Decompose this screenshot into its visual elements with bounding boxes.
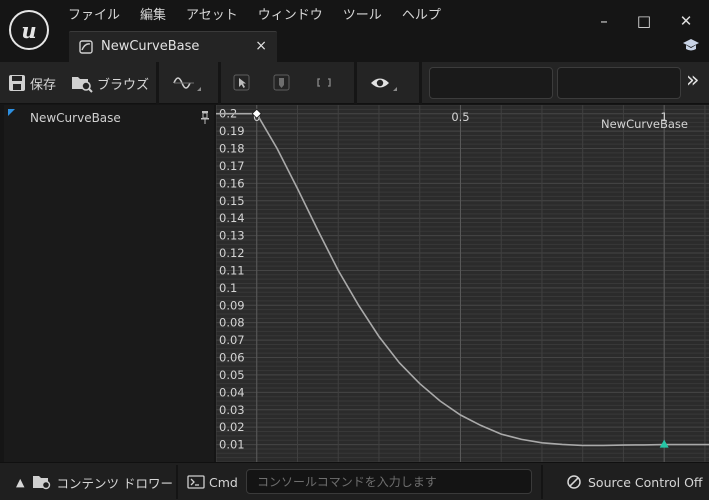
curve-asset-icon bbox=[79, 40, 93, 54]
y-tick-label: 0.12 bbox=[219, 246, 245, 260]
curve-list-panel: NewCurveBase bbox=[4, 105, 214, 462]
y-tick-label: 0.11 bbox=[219, 263, 245, 277]
tab-label: NewCurveBase bbox=[101, 39, 200, 54]
y-tick-label: 0.07 bbox=[219, 333, 245, 347]
browse-label: ブラウズ bbox=[97, 77, 150, 93]
prohibited-icon bbox=[567, 475, 581, 489]
pin-icon[interactable] bbox=[200, 110, 210, 124]
curve-graph[interactable]: 0.20.190.180.170.160.150.140.130.120.110… bbox=[216, 105, 709, 462]
console-command-input[interactable] bbox=[246, 469, 532, 494]
y-tick-label: 0.06 bbox=[219, 351, 245, 365]
source-control-label: Source Control Off bbox=[588, 474, 703, 490]
toolbar-separator bbox=[156, 62, 159, 104]
maximize-button[interactable]: □ bbox=[633, 10, 655, 32]
unreal-logo-icon[interactable]: u bbox=[9, 10, 49, 50]
folder-search-icon bbox=[72, 77, 93, 93]
eye-icon bbox=[371, 78, 397, 91]
menu-bar: ファイル 編集 アセット ウィンドウ ツール ヘルプ bbox=[68, 6, 461, 26]
minimize-button[interactable]: – bbox=[593, 10, 615, 32]
transform-icon bbox=[273, 74, 290, 91]
menu-asset[interactable]: アセット bbox=[186, 6, 238, 26]
toolbar-separator bbox=[218, 62, 221, 104]
toolbar: 保存 ブラウズ » bbox=[0, 62, 709, 104]
menu-window[interactable]: ウィンドウ bbox=[258, 6, 323, 26]
sine-wave-icon bbox=[173, 77, 201, 91]
title-bar: u ファイル 編集 アセット ウィンドウ ツール ヘルプ – □ ✕ NewCu… bbox=[0, 0, 709, 62]
view-options-button[interactable] bbox=[369, 71, 399, 95]
cursor-icon bbox=[233, 74, 250, 91]
cmd-selector[interactable]: Cmd bbox=[187, 463, 238, 500]
curve-list-item[interactable]: NewCurveBase bbox=[30, 111, 121, 125]
frame-tool-button[interactable] bbox=[315, 71, 333, 95]
transform-tool-button[interactable] bbox=[273, 71, 291, 95]
save-icon bbox=[9, 75, 25, 91]
save-button[interactable]: 保存 bbox=[8, 71, 56, 95]
menu-file[interactable]: ファイル bbox=[68, 6, 120, 26]
y-tick-label: 0.15 bbox=[219, 194, 245, 208]
cmd-label: Cmd bbox=[209, 474, 238, 490]
y-tick-label: 0.04 bbox=[219, 385, 245, 399]
y-tick-label: 0.1 bbox=[219, 281, 237, 295]
toolbar-separator bbox=[419, 62, 422, 104]
chevron-up-icon: ▲ bbox=[16, 475, 25, 489]
folder-icon bbox=[33, 476, 51, 490]
graph-curve-title: NewCurveBase bbox=[601, 117, 688, 131]
menu-tools[interactable]: ツール bbox=[343, 6, 382, 26]
menu-help[interactable]: ヘルプ bbox=[402, 6, 441, 26]
browse-button[interactable]: ブラウズ bbox=[71, 71, 149, 95]
y-tick-label: 0.18 bbox=[219, 142, 245, 156]
statusbar-separator bbox=[541, 465, 543, 499]
menu-edit[interactable]: 編集 bbox=[140, 6, 166, 26]
toolbar-overflow-button[interactable]: » bbox=[686, 69, 699, 93]
y-tick-label: 0.05 bbox=[219, 368, 245, 382]
double-chevron-right-icon: » bbox=[686, 68, 700, 93]
frame-icon bbox=[317, 78, 331, 87]
selection-marker-icon bbox=[8, 109, 15, 116]
statusbar-separator bbox=[176, 465, 178, 499]
y-tick-label: 0.17 bbox=[219, 159, 245, 173]
status-bar: ▲ コンテンツ ドロワー Cmd Source Control Off bbox=[0, 462, 709, 500]
y-tick-label: 0.02 bbox=[219, 420, 245, 434]
y-tick-label: 0.19 bbox=[219, 124, 245, 138]
y-tick-label: 0.03 bbox=[219, 403, 245, 417]
y-tick-label: 0.13 bbox=[219, 229, 245, 243]
close-window-button[interactable]: ✕ bbox=[675, 10, 697, 32]
select-tool-button[interactable] bbox=[233, 71, 251, 95]
y-tick-label: 0.08 bbox=[219, 316, 245, 330]
y-tick-label: 0.01 bbox=[219, 438, 245, 452]
source-control-button[interactable]: Source Control Off bbox=[566, 463, 703, 500]
terminal-icon bbox=[187, 475, 205, 489]
content-drawer-label: コンテンツ ドロワー bbox=[56, 475, 173, 491]
tab-close-button[interactable]: × bbox=[255, 38, 267, 54]
save-label: 保存 bbox=[30, 77, 57, 93]
key-value-field[interactable] bbox=[557, 67, 681, 99]
x-tick-label: 0.5 bbox=[451, 110, 469, 124]
toolbar-separator bbox=[354, 62, 357, 104]
curve-options-button[interactable] bbox=[172, 71, 202, 95]
content-drawer-button[interactable]: ▲ コンテンツ ドロワー bbox=[16, 463, 173, 500]
y-tick-label: 0.14 bbox=[219, 211, 245, 225]
y-tick-label: 0.16 bbox=[219, 176, 245, 190]
y-tick-label: 0.09 bbox=[219, 298, 245, 312]
tab-newcurvebase[interactable]: NewCurveBase × bbox=[69, 31, 277, 62]
graduation-cap-icon[interactable] bbox=[682, 38, 700, 54]
time-value-field[interactable] bbox=[429, 67, 553, 99]
